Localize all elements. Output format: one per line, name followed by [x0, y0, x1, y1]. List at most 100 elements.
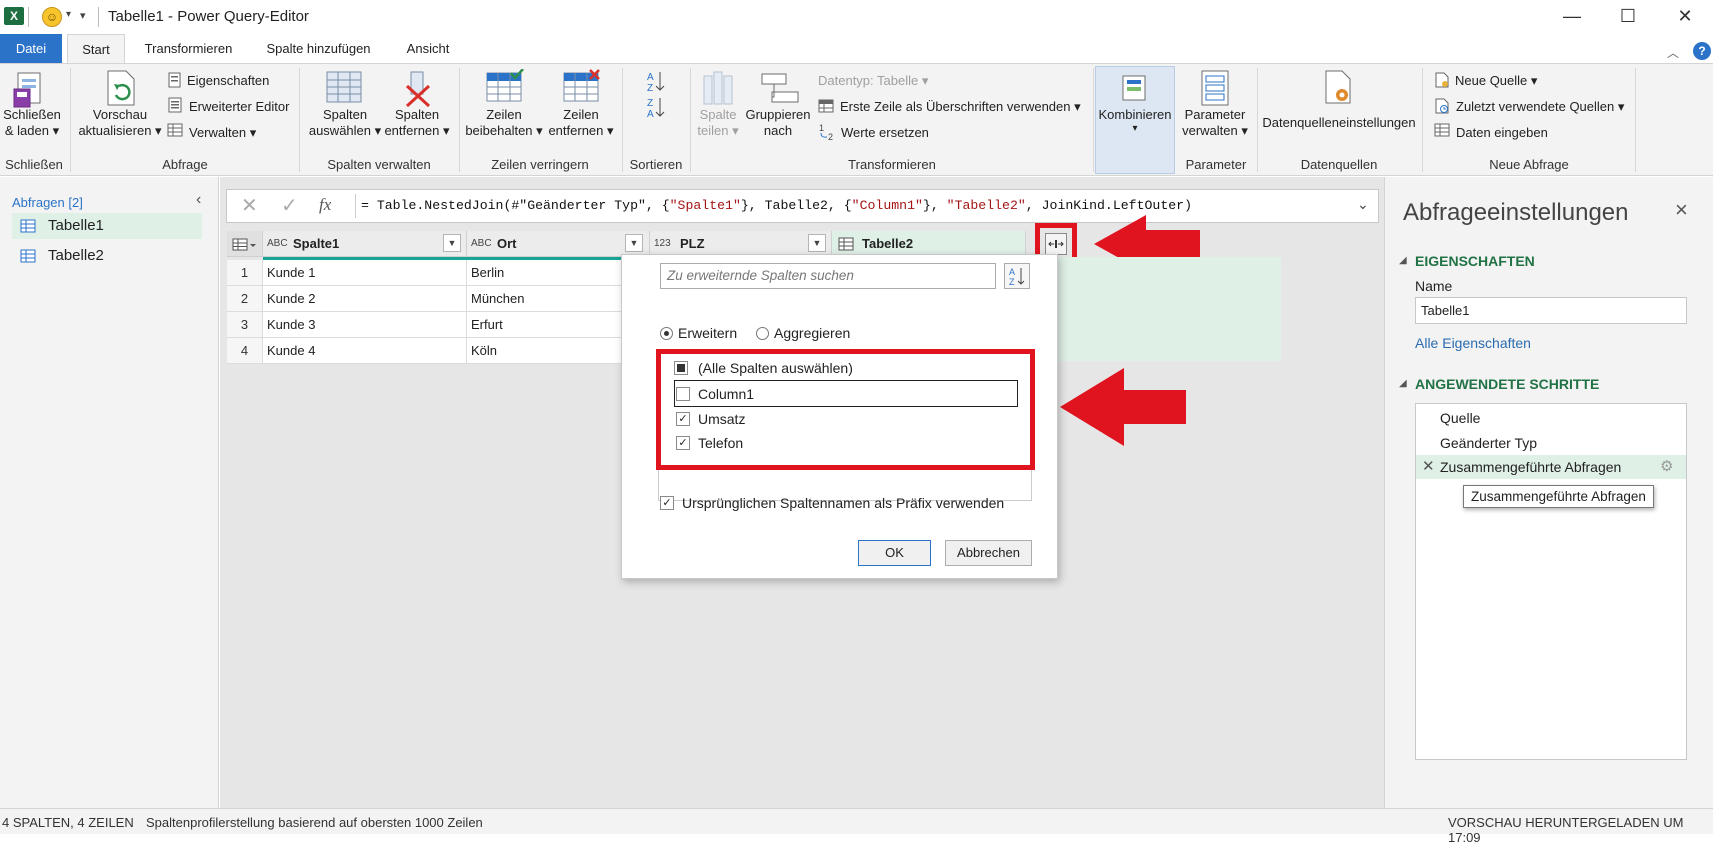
collapse-properties-icon[interactable]: ◢ [1399, 255, 1407, 266]
advanced-editor-label: Erweiterter Editor [189, 99, 290, 114]
maximize-button[interactable]: ☐ [1608, 4, 1648, 28]
enter-data-icon [1434, 123, 1450, 137]
group-transformieren: Transformieren [848, 157, 936, 172]
row-number[interactable]: 3 [227, 312, 263, 338]
column-header-spalte1[interactable]: ABC Spalte1 ▼ [263, 231, 467, 257]
preview-refresh-label-1: Vorschau [92, 107, 148, 122]
prefix-checkbox[interactable]: ✓ [660, 496, 674, 510]
row-number[interactable]: 2 [227, 286, 263, 312]
group-separator [70, 68, 71, 172]
name-label: Name [1415, 278, 1453, 294]
column-filter-button[interactable]: ▼ [808, 234, 826, 252]
formula-input[interactable]: = Table.NestedJoin(#"Geänderter Typ", {"… [361, 198, 1192, 213]
step-geaenderter-typ[interactable]: Geänderter Typ [1440, 435, 1537, 451]
cancel-button[interactable]: Abbrechen [945, 540, 1032, 566]
minimize-button[interactable]: — [1552, 4, 1592, 28]
step-settings-gear-icon[interactable]: ⚙ [1660, 457, 1673, 475]
query-item-tabelle2[interactable]: Tabelle2 [12, 243, 202, 269]
choose-columns-label-2: auswählen ▾ [308, 123, 382, 138]
tab-ansicht[interactable]: Ansicht [395, 34, 461, 64]
close-load-icon [13, 72, 41, 108]
step-zusammengefuehrte-abfragen[interactable]: ✕ Zusammengeführte Abfragen ⚙ [1416, 455, 1686, 479]
close-load-label-2: & laden ▾ [4, 123, 60, 138]
applied-steps-header: ANGEWENDETE SCHRITTE [1415, 376, 1600, 392]
step-quelle[interactable]: Quelle [1440, 410, 1480, 426]
query-settings-pane: Abfrageeinstellungen × ◢ EIGENSCHAFTEN N… [1384, 177, 1713, 808]
group-separator [1635, 68, 1636, 172]
advanced-editor-icon [168, 97, 182, 113]
red-arrow-annotation [1060, 368, 1186, 446]
close-window-button[interactable]: ✕ [1665, 4, 1705, 28]
manage-parameters-label-2: verwalten ▾ [1182, 123, 1248, 138]
data-source-settings-icon [1325, 70, 1351, 104]
status-profiling[interactable]: Spaltenprofilerstellung basierend auf ob… [146, 815, 483, 830]
fx-icon[interactable]: fx [319, 195, 331, 215]
table-cell[interactable]: Kunde 2 [263, 286, 467, 312]
remove-rows-label-2: entfernen ▾ [548, 123, 614, 138]
close-settings-icon[interactable]: × [1675, 197, 1688, 223]
tab-start[interactable]: Start [67, 34, 125, 64]
expand-arrows-icon [1048, 240, 1064, 248]
smiley-feedback-icon[interactable]: ☺ [42, 7, 62, 27]
quick-access-customize-icon[interactable]: ▾ [80, 9, 86, 22]
group-datenquellen: Datenquellen [1300, 157, 1378, 172]
table-menu-button[interactable] [227, 231, 263, 257]
sort-descending-icon[interactable]: ZA [645, 96, 667, 118]
expand-formula-icon[interactable]: ⌄ [1357, 196, 1369, 213]
sort-columns-button[interactable]: AZ [1004, 263, 1030, 289]
title-divider [28, 7, 29, 27]
first-row-headers-icon [818, 99, 834, 113]
column-filter-button[interactable]: ▼ [443, 234, 461, 252]
group-by-label-2: nach [763, 123, 793, 138]
column-filter-button[interactable]: ▼ [625, 234, 643, 252]
svg-text:A: A [647, 72, 654, 83]
ok-button[interactable]: OK [858, 540, 931, 566]
tab-transformieren[interactable]: Transformieren [135, 34, 242, 64]
expand-search-input[interactable]: Zu erweiternde Spalten suchen [660, 263, 996, 289]
table-cell[interactable]: Kunde 1 [263, 260, 467, 286]
feedback-dropdown-icon[interactable]: ▾ [66, 9, 71, 20]
radio-expand[interactable] [660, 327, 673, 340]
sort-ascending-icon[interactable]: AZ [645, 70, 667, 92]
first-row-headers-label: Erste Zeile als Überschriften verwenden … [840, 99, 1081, 114]
table-cell[interactable]: Kunde 3 [263, 312, 467, 338]
table-cell[interactable]: Kunde 4 [263, 338, 467, 364]
replace-values-label: Werte ersetzen [841, 125, 929, 140]
new-source-label: Neue Quelle ▾ [1455, 73, 1538, 88]
remove-columns-label-2: entfernen ▾ [384, 123, 450, 138]
applied-steps-list: Quelle Geänderter Typ ✕ Zusammengeführte… [1415, 403, 1687, 760]
tab-spalte-hinzufuegen[interactable]: Spalte hinzufügen [256, 34, 381, 64]
data-type-dropdown[interactable]: Datentyp: Tabelle ▾ [818, 73, 928, 89]
group-schliessen: Schließen [5, 157, 63, 172]
split-column-label-2: teilen ▾ [697, 123, 739, 138]
tab-datei[interactable]: Datei [0, 34, 62, 64]
properties-label: Eigenschaften [187, 73, 270, 88]
expand-column-button[interactable] [1045, 233, 1067, 255]
table-icon [20, 249, 36, 263]
remove-rows-icon [563, 69, 600, 102]
title-divider [98, 7, 99, 27]
all-properties-link[interactable]: Alle Eigenschaften [1415, 335, 1531, 351]
data-source-settings-label: Datenquelleneinstellungen [1262, 115, 1416, 130]
row-number[interactable]: 4 [227, 338, 263, 364]
cancel-formula-icon[interactable]: ✕ [241, 193, 258, 218]
collapse-queries-icon[interactable]: ‹ [196, 191, 201, 209]
query-item-label: Tabelle1 [48, 217, 104, 234]
manage-table-icon [167, 123, 183, 137]
delete-step-icon[interactable]: ✕ [1422, 457, 1435, 475]
excel-logo-icon: X [4, 7, 24, 25]
query-name-input[interactable]: Tabelle1 [1415, 297, 1687, 324]
collapse-steps-icon[interactable]: ◢ [1399, 378, 1407, 389]
query-item-tabelle1[interactable]: Tabelle1 [12, 213, 202, 239]
help-icon[interactable]: ? [1693, 42, 1711, 60]
radio-aggregate-label: Aggregieren [774, 325, 851, 341]
manage-parameters-icon [1201, 70, 1229, 106]
remove-columns-label-1: Spalten [394, 107, 440, 122]
row-number[interactable]: 1 [227, 260, 263, 286]
group-by-label-1: Gruppieren [745, 107, 811, 122]
radio-aggregate[interactable] [756, 327, 769, 340]
collapse-ribbon-icon[interactable]: ︿ [1667, 44, 1679, 61]
confirm-formula-icon[interactable]: ✓ [281, 193, 298, 218]
group-sortieren: Sortieren [629, 157, 683, 172]
group-parameter: Parameter [1185, 157, 1247, 172]
